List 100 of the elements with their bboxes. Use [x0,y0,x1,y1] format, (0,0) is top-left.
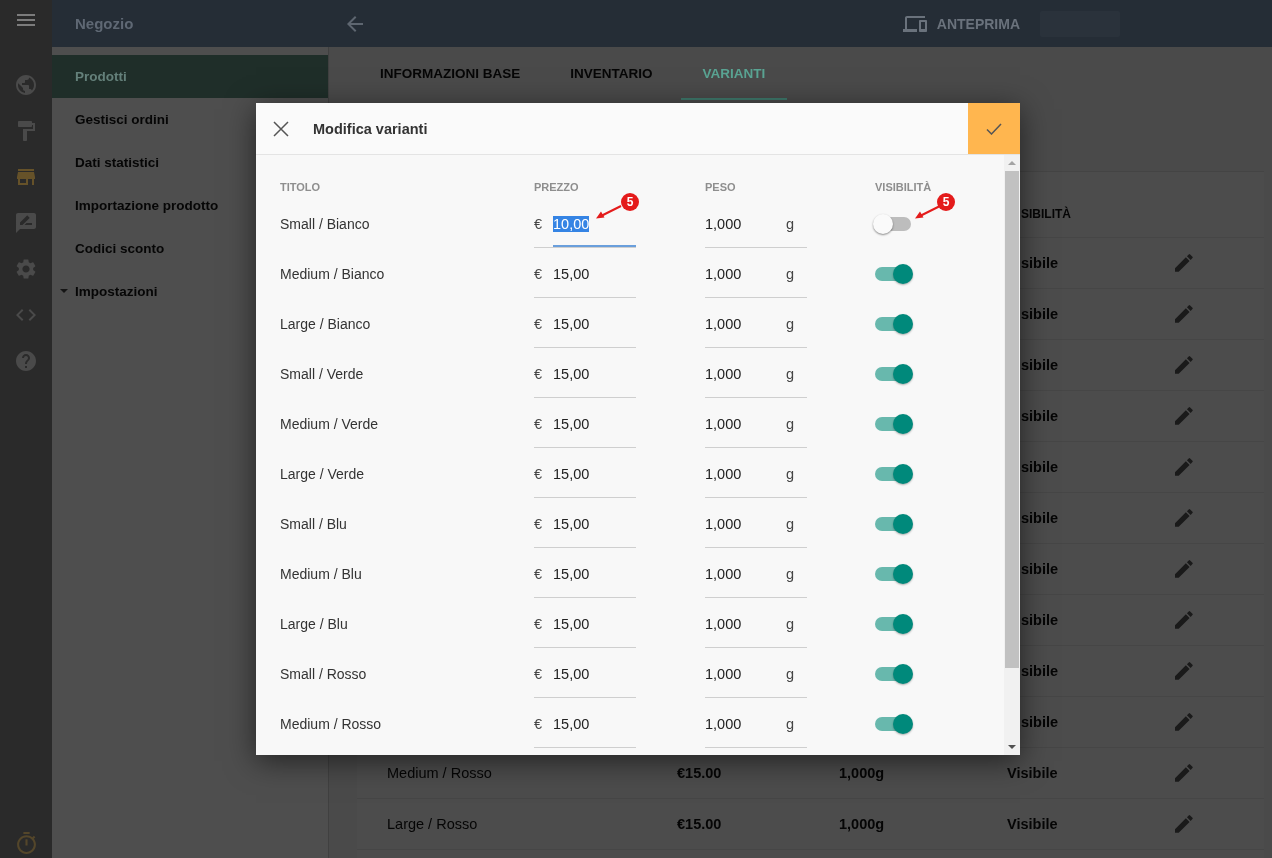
visibility-toggle[interactable] [873,564,913,584]
variant-title: Small / Rosso [280,665,368,684]
callout-arrow [915,205,941,219]
price-field[interactable]: € 15,00 [534,557,636,598]
variant-visibility: sibile [1021,255,1059,271]
pencil-icon[interactable] [1175,662,1193,680]
app-title: Negozio [75,14,134,32]
visibility-toggle[interactable] [873,514,913,534]
column-header: SIBILITÀ [1021,207,1071,221]
scroll-up-icon[interactable] [1008,161,1016,165]
price-field[interactable]: € 15,00 [534,407,636,448]
paint-roller-icon[interactable] [16,121,36,141]
pencil-icon[interactable] [1175,764,1193,782]
scrollbar-thumb[interactable] [1005,171,1019,668]
visibility-toggle[interactable] [873,314,913,334]
pencil-icon[interactable] [1175,611,1193,629]
visibility-toggle[interactable] [873,464,913,484]
weight-field[interactable]: 1,000 g [705,607,807,648]
variant-price: €15.00 [677,765,723,781]
callout-badge: 5 [621,193,639,211]
back-arrow-icon[interactable] [347,15,363,32]
visibility-toggle[interactable] [873,414,913,434]
pencil-icon[interactable] [1175,305,1193,323]
variant-visibility: sibile [1021,459,1059,475]
price-field[interactable]: € 15,00 [534,607,636,648]
weight-field[interactable]: 1,000 g [705,457,807,498]
variant-title: Medium / Rosso [387,765,493,781]
callout-badge: 5 [937,193,955,211]
weight-field[interactable]: 1,000 g [705,307,807,348]
column-header: VISIBILITÀ [875,180,933,195]
dialog-title: Modifica varianti [313,120,428,137]
weight-field[interactable]: 1,000 g [705,257,807,298]
pencil-icon[interactable] [1175,560,1193,578]
pencil-icon[interactable] [1175,458,1193,476]
variant-visibility: sibile [1021,561,1059,577]
weight-field[interactable]: 1,000 g [705,207,807,248]
visibility-toggle[interactable] [873,664,913,684]
variant-title: Medium / Verde [280,415,380,434]
variant-visibility: sibile [1021,357,1059,373]
price-field[interactable]: € 15,00 [534,457,636,498]
price-field[interactable]: € 15,00 [534,257,636,298]
column-header: PESO [705,180,737,195]
scrollbar[interactable] [1004,155,1020,755]
variant-title: Large / Verde [280,465,366,484]
variant-title: Small / Verde [280,365,365,384]
visibility-toggle[interactable] [873,364,913,384]
variant-visibility: sibile [1021,663,1059,679]
variant-title: Small / Bianco [280,215,371,234]
speech-bubble-pencil-icon[interactable] [16,213,36,233]
weight-field[interactable]: 1,000 g [705,707,807,748]
variant-weight: 1,000g [839,816,886,832]
menu-icon[interactable] [17,14,35,26]
weight-field[interactable]: 1,000 g [705,357,807,398]
price-field[interactable]: € 15,00 [534,707,636,748]
visibility-toggle[interactable] [873,264,913,284]
help-icon[interactable] [16,351,36,371]
visibility-toggle[interactable] [873,614,913,634]
variant-title: Large / Blu [280,615,349,634]
column-header: TITOLO [280,180,322,195]
close-icon [273,120,289,137]
scroll-down-icon[interactable] [1008,745,1016,749]
price-field[interactable]: € 15,00 [534,307,636,348]
variant-title: Medium / Blu [280,565,363,584]
column-header: PREZZO [534,180,580,195]
laptop-phone-icon [902,15,927,32]
pencil-icon[interactable] [1175,509,1193,527]
variant-title: Medium / Bianco [280,265,386,284]
variant-title: Medium / Rosso [280,715,383,734]
stopwatch-icon[interactable] [16,832,36,854]
close-button[interactable] [273,120,289,137]
price-field[interactable]: € 15,00 [534,657,636,698]
price-field[interactable]: € 10,00 [534,207,636,248]
callout-arrow [596,205,622,219]
check-icon [986,122,1002,135]
price-field[interactable]: € 15,00 [534,507,636,548]
variant-visibility: sibile [1021,408,1059,424]
caret-icon [60,289,68,293]
visibility-toggle[interactable] [873,214,913,234]
store-icon[interactable] [16,167,36,187]
variant-title: Small / Blu [280,515,348,534]
weight-field[interactable]: 1,000 g [705,557,807,598]
variant-title: Large / Rosso [387,816,479,832]
pencil-icon[interactable] [1175,407,1193,425]
variant-visibility: sibile [1021,714,1059,730]
weight-field[interactable]: 1,000 g [705,407,807,448]
variant-title: Large / Bianco [280,315,372,334]
pencil-icon[interactable] [1175,254,1193,272]
globe-icon[interactable] [16,75,36,95]
variant-weight: 1,000g [839,765,886,781]
settings-icon[interactable] [16,259,36,279]
variant-price: €15.00 [677,816,723,832]
pencil-icon[interactable] [1175,356,1193,374]
pencil-icon[interactable] [1175,815,1193,833]
visibility-toggle[interactable] [873,714,913,734]
pencil-icon[interactable] [1175,713,1193,731]
variant-visibility: sibile [1021,612,1059,628]
price-field[interactable]: € 15,00 [534,357,636,398]
variant-visibility: Visibile [1007,765,1058,781]
weight-field[interactable]: 1,000 g [705,657,807,698]
weight-field[interactable]: 1,000 g [705,507,807,548]
